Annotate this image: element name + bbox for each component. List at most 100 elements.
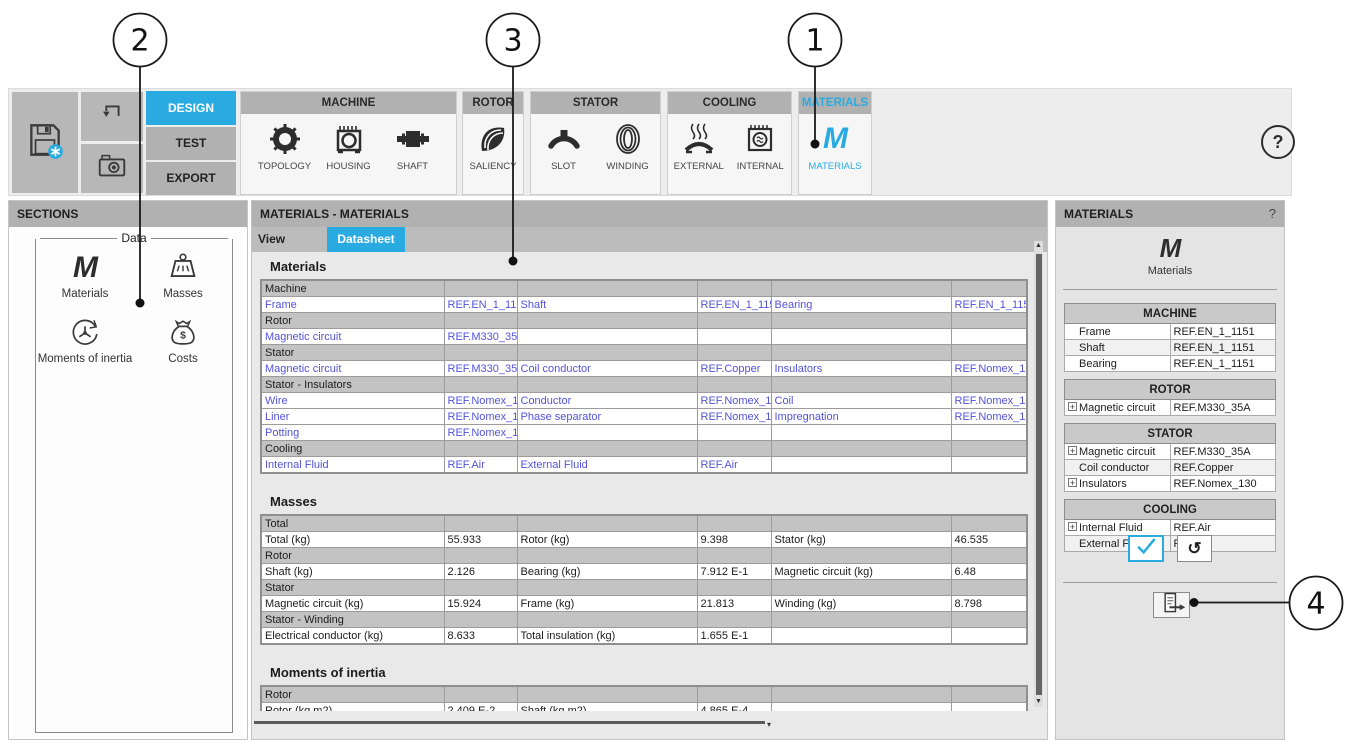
table-cell-label[interactable]: Wire — [261, 393, 444, 409]
sections-panel: SECTIONS Data M Materials Masses — [8, 200, 248, 740]
table-cell-label[interactable]: Coil conductor — [517, 361, 697, 377]
shaft-button[interactable]: SHAFT — [381, 121, 445, 172]
apply-button[interactable] — [1128, 535, 1164, 562]
housing-button[interactable]: HOUSING — [317, 121, 381, 172]
table-cell-label[interactable]: Frame — [261, 297, 444, 313]
horizontal-scrollbar-thumb[interactable] — [254, 721, 765, 724]
side-row-value[interactable]: REF.Nomex_130 — [1170, 476, 1276, 492]
materials-label: MATERIALS — [808, 161, 861, 172]
side-row-value[interactable]: REF.Air — [1170, 520, 1276, 536]
section-item-materials[interactable]: M Materials — [36, 251, 134, 300]
side-row-value[interactable]: REF.M330_35A — [1170, 444, 1276, 460]
table-cell-label[interactable]: Impregnation — [771, 409, 951, 425]
winding-button[interactable]: WINDING — [596, 121, 660, 172]
group-title: STATOR — [531, 92, 660, 114]
saliency-button[interactable]: SALIENCY — [463, 121, 523, 172]
side-group-title: MACHINE — [1065, 304, 1276, 324]
table-section-cell — [697, 313, 771, 329]
tab-datasheet[interactable]: Datasheet — [327, 227, 405, 252]
topology-button[interactable]: TOPOLOGY — [253, 121, 317, 172]
table-cell-label[interactable]: Bearing — [771, 297, 951, 313]
table-section-cell — [697, 548, 771, 564]
slot-button[interactable]: SLOT — [532, 121, 596, 172]
table-cell-label[interactable]: Potting — [261, 425, 444, 441]
table-cell-value[interactable]: REF.Nomex_130 — [444, 409, 517, 425]
side-row-name: Coil conductor — [1079, 462, 1149, 474]
internal-cooling-button[interactable]: INTERNAL — [730, 121, 792, 172]
table-cell-value — [697, 425, 771, 441]
table-cell-value[interactable]: REF.Nomex_130 — [444, 425, 517, 441]
table-cell-label[interactable]: Coil — [771, 393, 951, 409]
section-item-moments-of-inertia[interactable]: Moments of inertia — [36, 316, 134, 365]
table-cell-value[interactable]: REF.Copper — [697, 361, 771, 377]
section-item-masses[interactable]: Masses — [134, 251, 232, 300]
table-cell-label[interactable]: Phase separator — [517, 409, 697, 425]
side-row-value[interactable]: REF.Copper — [1170, 460, 1276, 476]
vertical-scrollbar-thumb[interactable] — [1036, 254, 1042, 695]
materials-button[interactable]: M MATERIALS — [803, 121, 867, 172]
table-cell-label[interactable]: Liner — [261, 409, 444, 425]
svg-text:4: 4 — [1306, 587, 1325, 622]
undo-button[interactable] — [81, 92, 143, 141]
save-icon — [24, 119, 66, 166]
table-cell-value[interactable]: REF.Nomex_130 — [697, 409, 771, 425]
table-section-cell: Machine — [261, 280, 444, 297]
table-cell-value[interactable]: REF.EN_1_1151 — [444, 297, 517, 313]
toolbar-group-materials: MATERIALS M MATERIALS — [798, 91, 872, 195]
table-cell-value[interactable]: REF.EN_1_1151 — [951, 297, 1027, 313]
table-cell-label[interactable]: External Fluid — [517, 457, 697, 474]
section-item-label: Materials — [62, 288, 109, 300]
scroll-down-icon[interactable]: ▼ — [1034, 698, 1043, 706]
table-section-cell — [444, 548, 517, 564]
table-cell-label[interactable]: Magnetic circuit — [261, 361, 444, 377]
tab-test[interactable]: TEST — [146, 127, 236, 160]
side-row-value[interactable]: REF.EN_1_1151 — [1170, 324, 1276, 340]
save-button[interactable] — [12, 92, 78, 193]
reset-button[interactable]: ↺ — [1177, 535, 1212, 562]
section-item-costs[interactable]: $ Costs — [134, 316, 232, 365]
table-section-cell — [951, 377, 1027, 393]
table-cell-label[interactable]: Insulators — [771, 361, 951, 377]
external-cooling-button[interactable]: EXTERNAL — [668, 121, 730, 172]
tab-export[interactable]: EXPORT — [146, 162, 236, 195]
table-cell-label[interactable]: Magnetic circuit — [261, 329, 444, 345]
tab-design[interactable]: DESIGN — [146, 91, 236, 125]
table-cell-label[interactable]: Conductor — [517, 393, 697, 409]
table-cell-label[interactable]: Internal Fluid — [261, 457, 444, 474]
expand-icon[interactable]: + — [1068, 522, 1077, 531]
side-row-value[interactable]: REF.EN_1_1151 — [1170, 340, 1276, 356]
table-cell-value[interactable]: REF.M330_35A — [444, 329, 517, 345]
materials-icon: M — [823, 121, 847, 157]
table-cell-label[interactable]: Shaft — [517, 297, 697, 313]
screenshot-button[interactable] — [81, 144, 143, 193]
table-section-cell — [951, 548, 1027, 564]
scroll-right-icon[interactable]: ▾ — [767, 720, 771, 729]
table-cell-value[interactable]: REF.Nomex_130 — [697, 393, 771, 409]
table-cell-value[interactable]: REF.Nomex_130 — [951, 393, 1027, 409]
table-cell-value[interactable]: REF.Air — [697, 457, 771, 474]
table-cell-label: Shaft (kg.m2) — [517, 703, 697, 712]
table-section-cell — [517, 377, 697, 393]
expand-icon[interactable]: + — [1068, 446, 1077, 455]
expand-icon[interactable]: + — [1068, 402, 1077, 411]
table-cell-value[interactable]: REF.Nomex_130 — [951, 409, 1027, 425]
table-cell-value[interactable]: REF.Air — [444, 457, 517, 474]
table-section-cell — [697, 686, 771, 703]
export-report-button[interactable] — [1153, 592, 1190, 618]
tab-view[interactable]: View — [252, 227, 327, 252]
datasheet-table: MachineFrameREF.EN_1_1151ShaftREF.EN_1_1… — [260, 279, 1028, 474]
scroll-up-icon[interactable]: ▲ — [1034, 242, 1043, 250]
side-row-value[interactable]: REF.EN_1_1151 — [1170, 356, 1276, 372]
table-section-cell — [444, 441, 517, 457]
side-row-value[interactable]: REF.M330_35A — [1170, 400, 1276, 416]
table-cell-value[interactable]: REF.Nomex_130 — [444, 393, 517, 409]
help-button[interactable]: ? — [1261, 125, 1295, 159]
vertical-scrollbar[interactable]: ▲ ▼ — [1034, 241, 1043, 707]
side-panel-help[interactable]: ? — [1269, 201, 1276, 227]
expand-icon[interactable]: + — [1068, 478, 1077, 487]
table-cell-value[interactable]: REF.Nomex_130 — [951, 361, 1027, 377]
svg-text:3: 3 — [503, 24, 522, 59]
table-section-cell — [771, 548, 951, 564]
table-cell-value[interactable]: REF.EN_1_1151 — [697, 297, 771, 313]
table-cell-value[interactable]: REF.M330_35A — [444, 361, 517, 377]
